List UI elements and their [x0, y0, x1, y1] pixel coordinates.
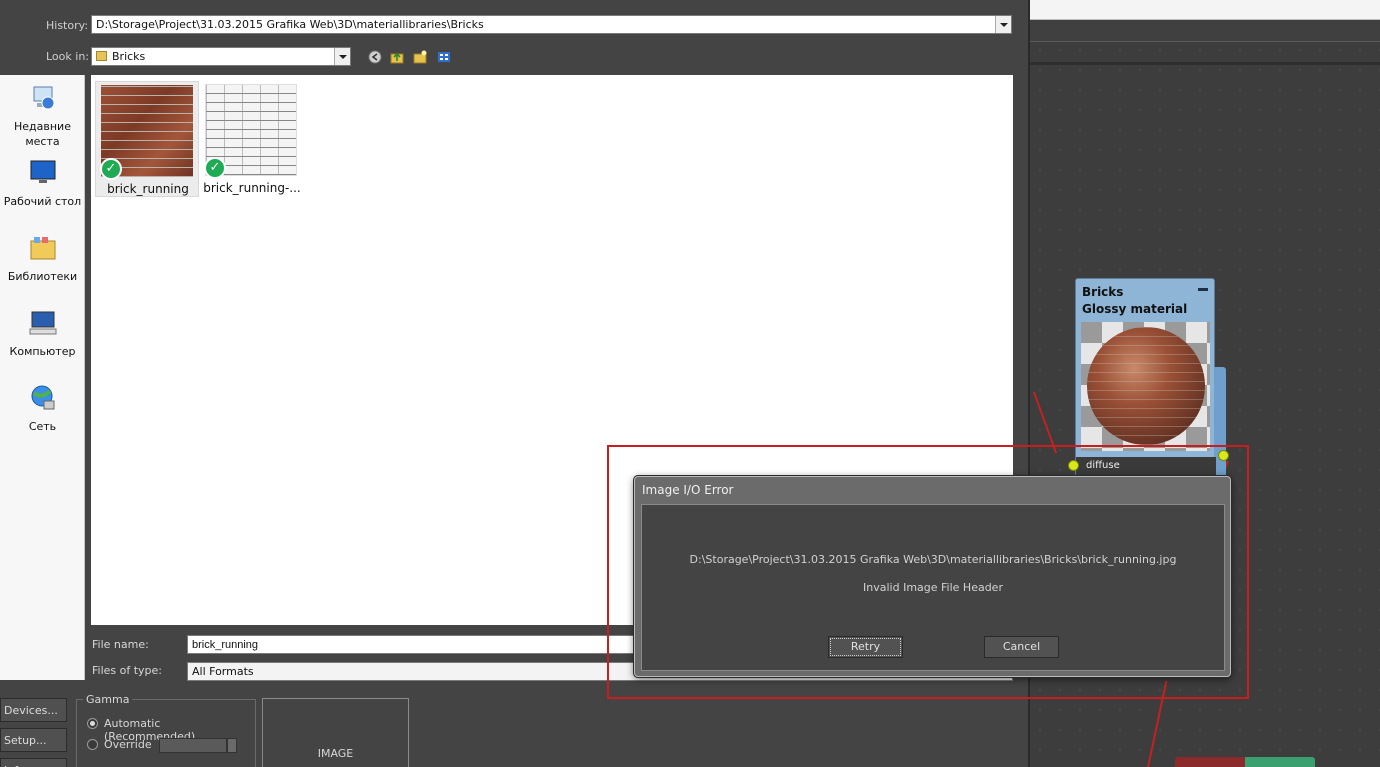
gamma-legend: Gamma: [83, 693, 133, 706]
gamma-override-value[interactable]: [159, 738, 227, 753]
node-title: Bricks Glossy material: [1082, 285, 1188, 316]
file-item[interactable]: ✓ brick_running: [95, 81, 199, 197]
place-network[interactable]: Сеть: [0, 383, 85, 434]
recent-places-icon: [33, 86, 54, 110]
material-preview: [1081, 322, 1210, 451]
folder-icon: [96, 51, 107, 61]
chevron-down-icon[interactable]: [995, 16, 1011, 33]
libraries-icon: [30, 237, 55, 260]
place-desktop[interactable]: Рабочий стол: [0, 158, 85, 209]
up-folder-icon[interactable]: [390, 50, 404, 64]
file-item[interactable]: ✓ brick_running-...: [200, 81, 304, 197]
gamma-automatic-radio[interactable]: [87, 718, 98, 729]
history-combo[interactable]: D:\Storage\Project\31.03.2015 Grafika We…: [91, 15, 1012, 34]
error-dialog-body: D:\Storage\Project\31.03.2015 Grafika We…: [641, 504, 1225, 671]
editor-toolbar: [1030, 20, 1380, 42]
gamma-override-label: Override: [104, 738, 152, 751]
material-sphere: [1087, 327, 1205, 445]
devices-button[interactable]: Devices...: [0, 698, 67, 722]
error-dialog[interactable]: Image I/O Error D:\Storage\Project\31.03…: [634, 476, 1231, 677]
cancel-button[interactable]: Cancel: [984, 636, 1059, 658]
error-dialog-title: Image I/O Error: [642, 483, 734, 497]
error-message: Invalid Image File Header: [863, 581, 1003, 594]
places-bar: Недавние места Рабочий стол Библиотеки К…: [0, 75, 85, 680]
gamma-group: Gamma Automatic (Recommended) Override: [76, 693, 256, 767]
desktop-icon: [30, 160, 55, 183]
file-name-label: File name:: [92, 638, 149, 651]
spinner-arrows-icon[interactable]: [227, 738, 237, 753]
place-computer[interactable]: Компьютер: [0, 308, 85, 359]
info-button[interactable]: Info...: [0, 758, 67, 767]
place-recent[interactable]: Недавние места: [0, 83, 85, 149]
image-label: IMAGE: [317, 747, 354, 760]
node-thumbnail-strip: [1175, 757, 1315, 767]
file-name: brick_running: [107, 182, 189, 196]
network-icon: [31, 385, 54, 410]
setup-button[interactable]: Setup...: [0, 728, 67, 752]
back-icon[interactable]: [368, 50, 382, 64]
new-folder-icon[interactable]: [413, 50, 427, 64]
file-name: brick_running-...: [203, 181, 301, 195]
gamma-override-radio[interactable]: [87, 739, 98, 750]
look-in-combo[interactable]: Bricks: [91, 47, 351, 66]
image-preview-box: IMAGE: [262, 698, 409, 767]
retry-button[interactable]: Retry: [828, 636, 903, 658]
place-libraries[interactable]: Библиотеки: [0, 233, 85, 284]
chevron-down-icon[interactable]: [334, 48, 350, 65]
editor-divider: [1030, 62, 1380, 65]
error-file-path: D:\Storage\Project\31.03.2015 Grafika We…: [689, 553, 1177, 566]
history-label: History:: [46, 19, 89, 32]
top-strip: [1030, 0, 1380, 20]
view-menu-icon[interactable]: [437, 50, 451, 64]
check-icon: ✓: [100, 158, 122, 180]
minimize-icon[interactable]: [1198, 288, 1208, 291]
file-type-label: Files of type:: [92, 664, 163, 677]
look-in-label: Look in:: [46, 50, 89, 63]
check-icon: ✓: [204, 157, 226, 179]
computer-icon: [29, 311, 56, 335]
